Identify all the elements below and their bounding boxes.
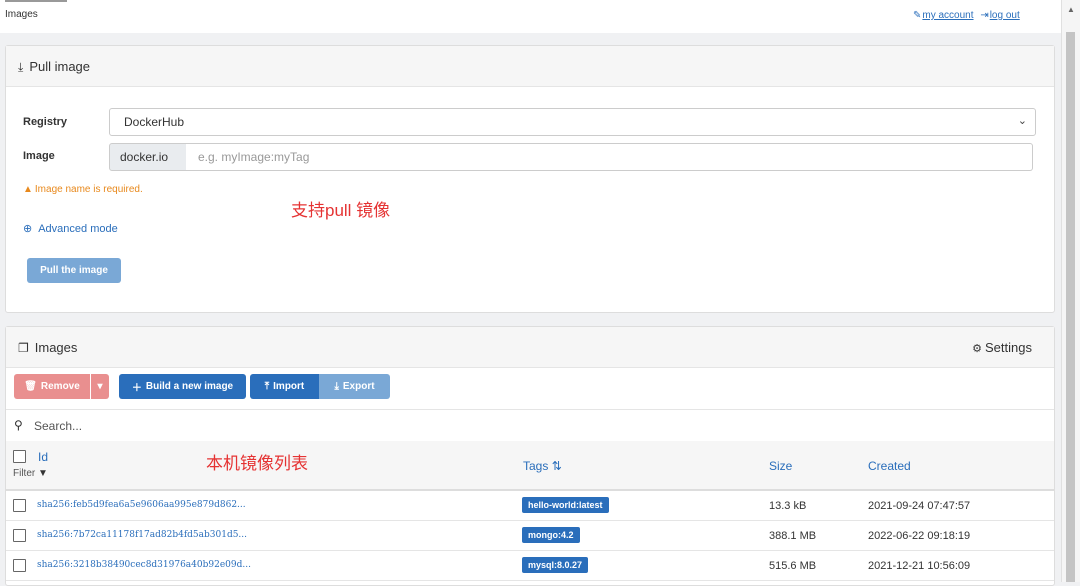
- trash-icon: 🗑: [24, 381, 37, 392]
- chevron-down-icon: ⌄: [1017, 115, 1027, 127]
- images-panel: ❐ Images ⚙ Settings 🗑 Remove ▾ ＋ Build a new…: [5, 326, 1055, 586]
- table-row: sha256:3218b38490cec8d31976a40b92e09d...…: [6, 551, 1054, 581]
- advanced-mode-link[interactable]: ⊕ Advanced mode: [23, 222, 118, 235]
- image-created: 2021-09-24 07:47:57: [868, 500, 971, 512]
- row-checkbox[interactable]: [13, 529, 26, 542]
- pull-image-header: ⤓ Pull image: [6, 46, 1054, 87]
- remove-button[interactable]: 🗑 Remove: [14, 374, 90, 399]
- scroll-thumb[interactable]: [1066, 32, 1075, 582]
- log-out-link[interactable]: log out: [990, 10, 1020, 21]
- column-tags[interactable]: Tags ⇅: [523, 459, 562, 473]
- image-created: 2022-06-22 09:18:19: [868, 530, 971, 542]
- select-all-checkbox[interactable]: [13, 450, 26, 463]
- table-row: sha256:feb5d9fea6a5e9606aa995e879d862...…: [6, 491, 1054, 521]
- gear-icon: ⚙: [972, 343, 983, 355]
- image-id-link[interactable]: sha256:3218b38490cec8d31976a40b92e09d...: [37, 560, 251, 570]
- page-scrollbar[interactable]: ▲: [1061, 0, 1080, 582]
- image-name-input[interactable]: e.g. myImage:myTag: [186, 143, 1033, 171]
- plus-icon: ＋: [131, 383, 142, 394]
- registry-label: Registry: [23, 116, 68, 128]
- build-image-label: Build a new image: [145, 381, 234, 392]
- images-header: ❐ Images ⚙ Settings: [6, 327, 1054, 368]
- image-name-warning: ▲ Image name is required.: [23, 184, 143, 195]
- settings-text: Settings: [985, 340, 1032, 355]
- import-label: Import: [273, 381, 305, 392]
- column-tags-label: Tags: [523, 459, 549, 473]
- top-bar: Images ✎my account ⇥log out: [0, 0, 1062, 33]
- advanced-mode-text: Advanced mode: [38, 223, 118, 235]
- warning-icon: ▲: [23, 184, 33, 195]
- breadcrumb: Images: [5, 9, 38, 20]
- images-table-header: Id Filter ▼ Tags ⇅ Size Created 本机镜像列表: [6, 441, 1054, 491]
- image-name-warning-text: Image name is required.: [34, 184, 143, 195]
- image-size: 515.6 MB: [769, 560, 817, 572]
- pull-image-title-text: Pull image: [29, 59, 91, 74]
- export-button[interactable]: ⤓ Export: [319, 374, 390, 399]
- search-input[interactable]: Search...: [34, 419, 82, 433]
- remove-dropdown-button[interactable]: ▾: [91, 374, 109, 399]
- wrench-icon: ✎: [913, 10, 922, 21]
- pull-image-title: ⤓ Pull image: [18, 59, 90, 75]
- images-title-text: Images: [34, 340, 78, 355]
- import-button[interactable]: ⤒ Import: [250, 374, 319, 399]
- search-icon: ⚲: [14, 418, 23, 432]
- image-tag-badge: mongo:4.2: [522, 527, 580, 543]
- image-id-link[interactable]: sha256:feb5d9fea6a5e9606aa995e879d862...: [37, 500, 246, 510]
- image-size: 13.3 kB: [769, 500, 807, 512]
- pull-image-panel: ⤓ Pull image Registry DockerHub ⌄ Image d…: [5, 45, 1055, 313]
- filter-label: Filter: [13, 468, 36, 479]
- filter-icon: ▼: [38, 468, 48, 479]
- images-title: ❐ Images: [18, 340, 77, 355]
- globe-icon: ⊕: [23, 223, 33, 235]
- my-account-link[interactable]: my account: [922, 10, 973, 21]
- download-icon: ⤓: [334, 381, 339, 392]
- row-checkbox[interactable]: [13, 559, 26, 572]
- pull-image-button[interactable]: Pull the image: [27, 258, 121, 283]
- image-size: 388.1 MB: [769, 530, 817, 542]
- caret-down-icon: ▾: [97, 381, 103, 392]
- image-label: Image: [23, 150, 55, 162]
- column-id[interactable]: Id: [38, 450, 48, 464]
- image-registry-prefix: docker.io: [109, 143, 187, 171]
- sort-icon: ⇅: [551, 459, 562, 473]
- pull-annotation: 支持pull 镜像: [291, 201, 391, 220]
- scroll-up-arrow-icon[interactable]: ▲: [1067, 5, 1075, 14]
- download-icon: ⤓: [18, 60, 24, 74]
- page-title-clipped: [5, 0, 95, 3]
- image-name-placeholder: e.g. myImage:myTag: [198, 150, 310, 164]
- image-created: 2021-12-21 10:56:09: [868, 560, 971, 572]
- images-annotation: 本机镜像列表: [206, 454, 308, 473]
- registry-select[interactable]: DockerHub ⌄: [109, 108, 1036, 136]
- image-tag-badge: hello-world:latest: [522, 497, 609, 513]
- registry-select-value: DockerHub: [124, 115, 185, 129]
- image-id-link[interactable]: sha256:7b72ca11178f17ad82b4fd5ab301d5...: [37, 530, 247, 540]
- column-size[interactable]: Size: [769, 459, 792, 473]
- table-row: sha256:7b72ca11178f17ad82b4fd5ab301d5...…: [6, 521, 1054, 551]
- clone-icon: ❐: [18, 341, 29, 355]
- image-tag-badge: mysql:8.0.27: [522, 557, 589, 573]
- build-image-button[interactable]: ＋ Build a new image: [119, 374, 246, 399]
- settings-button[interactable]: ⚙ Settings: [972, 340, 1032, 355]
- id-filter[interactable]: Filter ▼: [13, 468, 48, 479]
- row-checkbox[interactable]: [13, 499, 26, 512]
- image-registry-prefix-text: docker.io: [120, 150, 169, 164]
- column-created[interactable]: Created: [868, 459, 911, 473]
- remove-button-label: Remove: [40, 381, 80, 392]
- images-search[interactable]: ⚲ Search...: [6, 409, 1054, 442]
- export-label: Export: [342, 381, 375, 392]
- sign-out-icon: ⇥: [980, 10, 989, 21]
- upload-icon: ⤒: [264, 381, 270, 392]
- user-links: ✎my account ⇥log out: [913, 10, 1024, 21]
